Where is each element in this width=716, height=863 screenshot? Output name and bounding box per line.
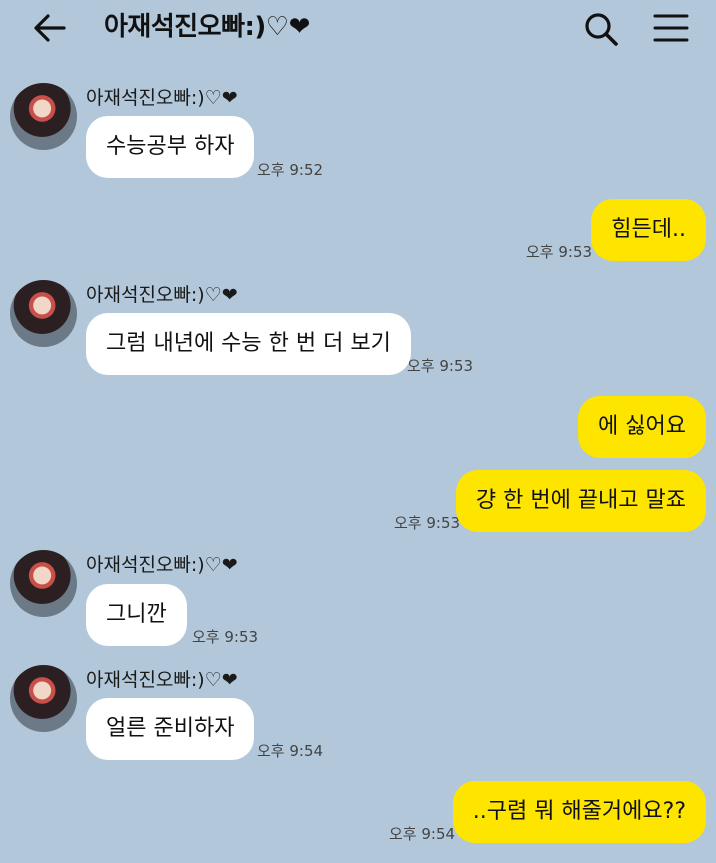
incoming-message-bubble[interactable]: 그니깐 xyxy=(86,584,187,646)
sender-avatar[interactable] xyxy=(10,665,77,732)
sender-name: 아재석진오빠:)♡❤ xyxy=(86,554,238,576)
back-button[interactable] xyxy=(32,12,68,44)
outgoing-message-bubble[interactable]: ..구렴 뭐 해줄거에요?? xyxy=(452,781,706,843)
sender-name: 아재석진오빠:)♡❤ xyxy=(86,669,238,691)
outgoing-message-bubble[interactable]: 힘든데.. xyxy=(591,199,706,261)
message-time: 오후 9:54 xyxy=(257,742,324,760)
menu-button[interactable] xyxy=(652,12,690,44)
chat-title: 아재석진오빠:)♡❤ xyxy=(104,12,310,42)
incoming-message-bubble[interactable]: 그럼 내년에 수능 한 번 더 보기 xyxy=(86,313,411,375)
outgoing-message-bubble[interactable]: 걍 한 번에 끝내고 말죠 xyxy=(455,470,706,532)
sender-avatar[interactable] xyxy=(10,280,77,347)
sender-avatar[interactable] xyxy=(10,550,77,617)
outgoing-message-bubble[interactable]: 에 싫어요 xyxy=(578,396,706,458)
hamburger-menu-icon xyxy=(653,14,689,42)
message-time: 오후 9:54 xyxy=(389,825,456,843)
sender-name: 아재석진오빠:)♡❤ xyxy=(86,284,238,306)
message-time: 오후 9:53 xyxy=(407,357,474,375)
chat-header: 아재석진오빠:)♡❤ xyxy=(0,0,716,56)
search-button[interactable] xyxy=(582,10,620,48)
message-time: 오후 9:53 xyxy=(526,243,593,261)
message-time: 오후 9:52 xyxy=(257,161,324,179)
arrow-left-icon xyxy=(34,14,66,42)
sender-name: 아재석진오빠:)♡❤ xyxy=(86,87,238,109)
message-time: 오후 9:53 xyxy=(192,628,259,646)
incoming-message-bubble[interactable]: 수능공부 하자 xyxy=(86,116,255,178)
sender-avatar[interactable] xyxy=(10,83,77,150)
message-time: 오후 9:53 xyxy=(394,514,461,532)
search-icon xyxy=(585,13,618,46)
incoming-message-bubble[interactable]: 얼른 준비하자 xyxy=(86,698,255,760)
